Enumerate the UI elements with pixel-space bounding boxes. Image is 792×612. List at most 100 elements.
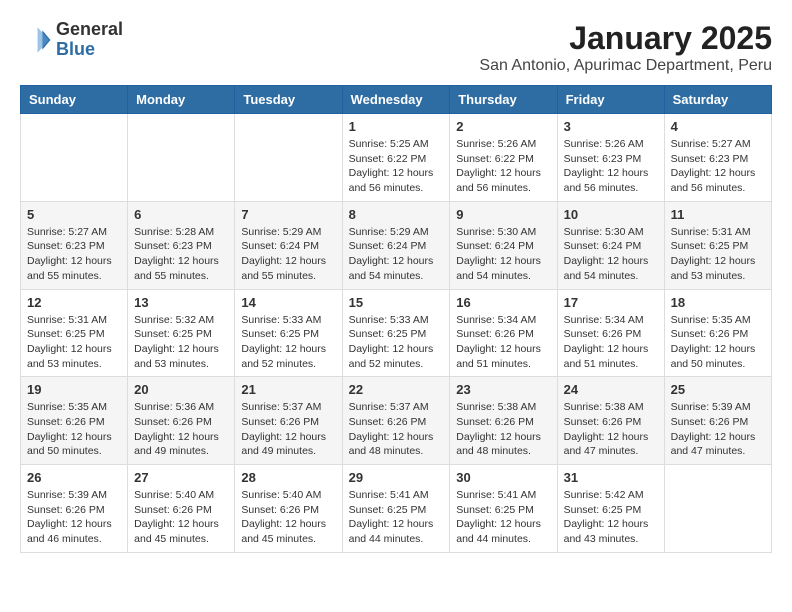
day-number: 24 <box>564 382 658 397</box>
day-info: Sunrise: 5:31 AMSunset: 6:25 PMDaylight:… <box>27 313 121 372</box>
day-info: Sunrise: 5:33 AMSunset: 6:25 PMDaylight:… <box>241 313 335 372</box>
weekday-header: Saturday <box>664 86 771 114</box>
logo: General Blue <box>20 20 123 60</box>
calendar-cell <box>664 465 771 553</box>
calendar-cell: 31 Sunrise: 5:42 AMSunset: 6:25 PMDayligh… <box>557 465 664 553</box>
day-info: Sunrise: 5:31 AMSunset: 6:25 PMDaylight:… <box>671 225 765 284</box>
weekday-header-row: SundayMondayTuesdayWednesdayThursdayFrid… <box>21 86 772 114</box>
calendar-cell: 15Sunrise: 5:33 AMSunset: 6:25 PMDayligh… <box>342 289 450 377</box>
day-info: Sunrise: 5:33 AMSunset: 6:25 PMDaylight:… <box>349 313 444 372</box>
main-title: January 2025 <box>479 20 772 57</box>
calendar-cell: 6Sunrise: 5:28 AMSunset: 6:23 PMDaylight… <box>128 201 235 289</box>
calendar-cell: 14Sunrise: 5:33 AMSunset: 6:25 PMDayligh… <box>235 289 342 377</box>
logo-icon <box>20 24 52 56</box>
weekday-header: Thursday <box>450 86 557 114</box>
calendar-cell: 11 Sunrise: 5:31 AMSunset: 6:25 PMDayligh… <box>664 201 771 289</box>
calendar-cell: 12 Sunrise: 5:31 AMSunset: 6:25 PMDayligh… <box>21 289 128 377</box>
calendar-cell: 16Sunrise: 5:34 AMSunset: 6:26 PMDayligh… <box>450 289 557 377</box>
day-info: Sunrise: 5:34 AMSunset: 6:26 PMDaylight:… <box>564 313 658 372</box>
calendar-cell: 26Sunrise: 5:39 AMSunset: 6:26 PMDayligh… <box>21 465 128 553</box>
day-number: 9 <box>456 207 550 222</box>
day-info: Sunrise: 5:27 AMSunset: 6:23 PMDaylight:… <box>27 225 121 284</box>
day-number: 23 <box>456 382 550 397</box>
weekday-header: Tuesday <box>235 86 342 114</box>
calendar-cell: 20Sunrise: 5:36 AMSunset: 6:26 PMDayligh… <box>128 377 235 465</box>
day-number: 4 <box>671 119 765 134</box>
day-info: Sunrise: 5:42 AMSunset: 6:25 PMDaylight:… <box>564 488 658 547</box>
day-info: Sunrise: 5:26 AMSunset: 6:23 PMDaylight:… <box>564 137 658 196</box>
day-info: Sunrise: 5:37 AMSunset: 6:26 PMDaylight:… <box>241 400 335 459</box>
calendar-cell <box>21 114 128 202</box>
day-number: 12 <box>27 295 121 310</box>
day-info: Sunrise: 5:39 AMSunset: 6:26 PMDaylight:… <box>671 400 765 459</box>
day-info: Sunrise: 5:40 AMSunset: 6:26 PMDaylight:… <box>241 488 335 547</box>
day-number: 16 <box>456 295 550 310</box>
calendar-cell: 9 Sunrise: 5:30 AMSunset: 6:24 PMDaylight… <box>450 201 557 289</box>
calendar-cell: 30 Sunrise: 5:41 AMSunset: 6:25 PMDayligh… <box>450 465 557 553</box>
calendar-cell: 22 Sunrise: 5:37 AMSunset: 6:26 PMDayligh… <box>342 377 450 465</box>
day-info: Sunrise: 5:41 AMSunset: 6:25 PMDaylight:… <box>456 488 550 547</box>
calendar-cell: 10Sunrise: 5:30 AMSunset: 6:24 PMDayligh… <box>557 201 664 289</box>
weekday-header: Wednesday <box>342 86 450 114</box>
day-number: 3 <box>564 119 658 134</box>
calendar-week-row: 1Sunrise: 5:25 AMSunset: 6:22 PMDaylight… <box>21 114 772 202</box>
calendar-cell: 23 Sunrise: 5:38 AMSunset: 6:26 PMDayligh… <box>450 377 557 465</box>
calendar-cell: 25 Sunrise: 5:39 AMSunset: 6:26 PMDayligh… <box>664 377 771 465</box>
day-number: 25 <box>671 382 765 397</box>
calendar-cell: 21Sunrise: 5:37 AMSunset: 6:26 PMDayligh… <box>235 377 342 465</box>
day-number: 11 <box>671 207 765 222</box>
subtitle: San Antonio, Apurimac Department, Peru <box>479 57 772 75</box>
calendar-cell: 1Sunrise: 5:25 AMSunset: 6:22 PMDaylight… <box>342 114 450 202</box>
page-header: General Blue January 2025 San Antonio, A… <box>20 20 772 75</box>
calendar-week-row: 26Sunrise: 5:39 AMSunset: 6:26 PMDayligh… <box>21 465 772 553</box>
calendar-week-row: 12 Sunrise: 5:31 AMSunset: 6:25 PMDayligh… <box>21 289 772 377</box>
calendar-week-row: 5 Sunrise: 5:27 AMSunset: 6:23 PMDaylight… <box>21 201 772 289</box>
calendar-cell: 2Sunrise: 5:26 AMSunset: 6:22 PMDaylight… <box>450 114 557 202</box>
day-number: 26 <box>27 470 121 485</box>
day-number: 13 <box>134 295 228 310</box>
calendar-cell: 27 Sunrise: 5:40 AMSunset: 6:26 PMDayligh… <box>128 465 235 553</box>
weekday-header: Monday <box>128 86 235 114</box>
day-number: 27 <box>134 470 228 485</box>
day-number: 7 <box>241 207 335 222</box>
day-number: 8 <box>349 207 444 222</box>
day-info: Sunrise: 5:38 AMSunset: 6:26 PMDaylight:… <box>456 400 550 459</box>
day-info: Sunrise: 5:27 AMSunset: 6:23 PMDaylight:… <box>671 137 765 196</box>
day-info: Sunrise: 5:29 AMSunset: 6:24 PMDaylight:… <box>349 225 444 284</box>
calendar-cell: 7 Sunrise: 5:29 AMSunset: 6:24 PMDaylight… <box>235 201 342 289</box>
day-number: 29 <box>349 470 444 485</box>
calendar-cell: 29 Sunrise: 5:41 AMSunset: 6:25 PMDayligh… <box>342 465 450 553</box>
day-number: 30 <box>456 470 550 485</box>
day-number: 6 <box>134 207 228 222</box>
day-number: 28 <box>241 470 335 485</box>
calendar-week-row: 19Sunrise: 5:35 AMSunset: 6:26 PMDayligh… <box>21 377 772 465</box>
day-info: Sunrise: 5:37 AMSunset: 6:26 PMDaylight:… <box>349 400 444 459</box>
logo-text: General Blue <box>56 20 123 60</box>
calendar-cell: 13Sunrise: 5:32 AMSunset: 6:25 PMDayligh… <box>128 289 235 377</box>
day-info: Sunrise: 5:35 AMSunset: 6:26 PMDaylight:… <box>671 313 765 372</box>
calendar-table: SundayMondayTuesdayWednesdayThursdayFrid… <box>20 85 772 553</box>
calendar-cell: 18Sunrise: 5:35 AMSunset: 6:26 PMDayligh… <box>664 289 771 377</box>
day-number: 22 <box>349 382 444 397</box>
day-number: 2 <box>456 119 550 134</box>
weekday-header: Sunday <box>21 86 128 114</box>
day-number: 20 <box>134 382 228 397</box>
calendar-cell: 17Sunrise: 5:34 AMSunset: 6:26 PMDayligh… <box>557 289 664 377</box>
day-info: Sunrise: 5:41 AMSunset: 6:25 PMDaylight:… <box>349 488 444 547</box>
calendar-cell: 5 Sunrise: 5:27 AMSunset: 6:23 PMDaylight… <box>21 201 128 289</box>
day-info: Sunrise: 5:25 AMSunset: 6:22 PMDaylight:… <box>349 137 444 196</box>
day-number: 5 <box>27 207 121 222</box>
day-number: 31 <box>564 470 658 485</box>
day-info: Sunrise: 5:38 AMSunset: 6:26 PMDaylight:… <box>564 400 658 459</box>
calendar-cell: 19Sunrise: 5:35 AMSunset: 6:26 PMDayligh… <box>21 377 128 465</box>
calendar-cell: 24 Sunrise: 5:38 AMSunset: 6:26 PMDayligh… <box>557 377 664 465</box>
logo-blue: Blue <box>56 39 95 59</box>
calendar-cell: 4 Sunrise: 5:27 AMSunset: 6:23 PMDaylight… <box>664 114 771 202</box>
day-info: Sunrise: 5:35 AMSunset: 6:26 PMDaylight:… <box>27 400 121 459</box>
weekday-header: Friday <box>557 86 664 114</box>
day-number: 10 <box>564 207 658 222</box>
day-info: Sunrise: 5:40 AMSunset: 6:26 PMDaylight:… <box>134 488 228 547</box>
day-info: Sunrise: 5:30 AMSunset: 6:24 PMDaylight:… <box>456 225 550 284</box>
calendar-cell: 3 Sunrise: 5:26 AMSunset: 6:23 PMDaylight… <box>557 114 664 202</box>
day-info: Sunrise: 5:29 AMSunset: 6:24 PMDaylight:… <box>241 225 335 284</box>
